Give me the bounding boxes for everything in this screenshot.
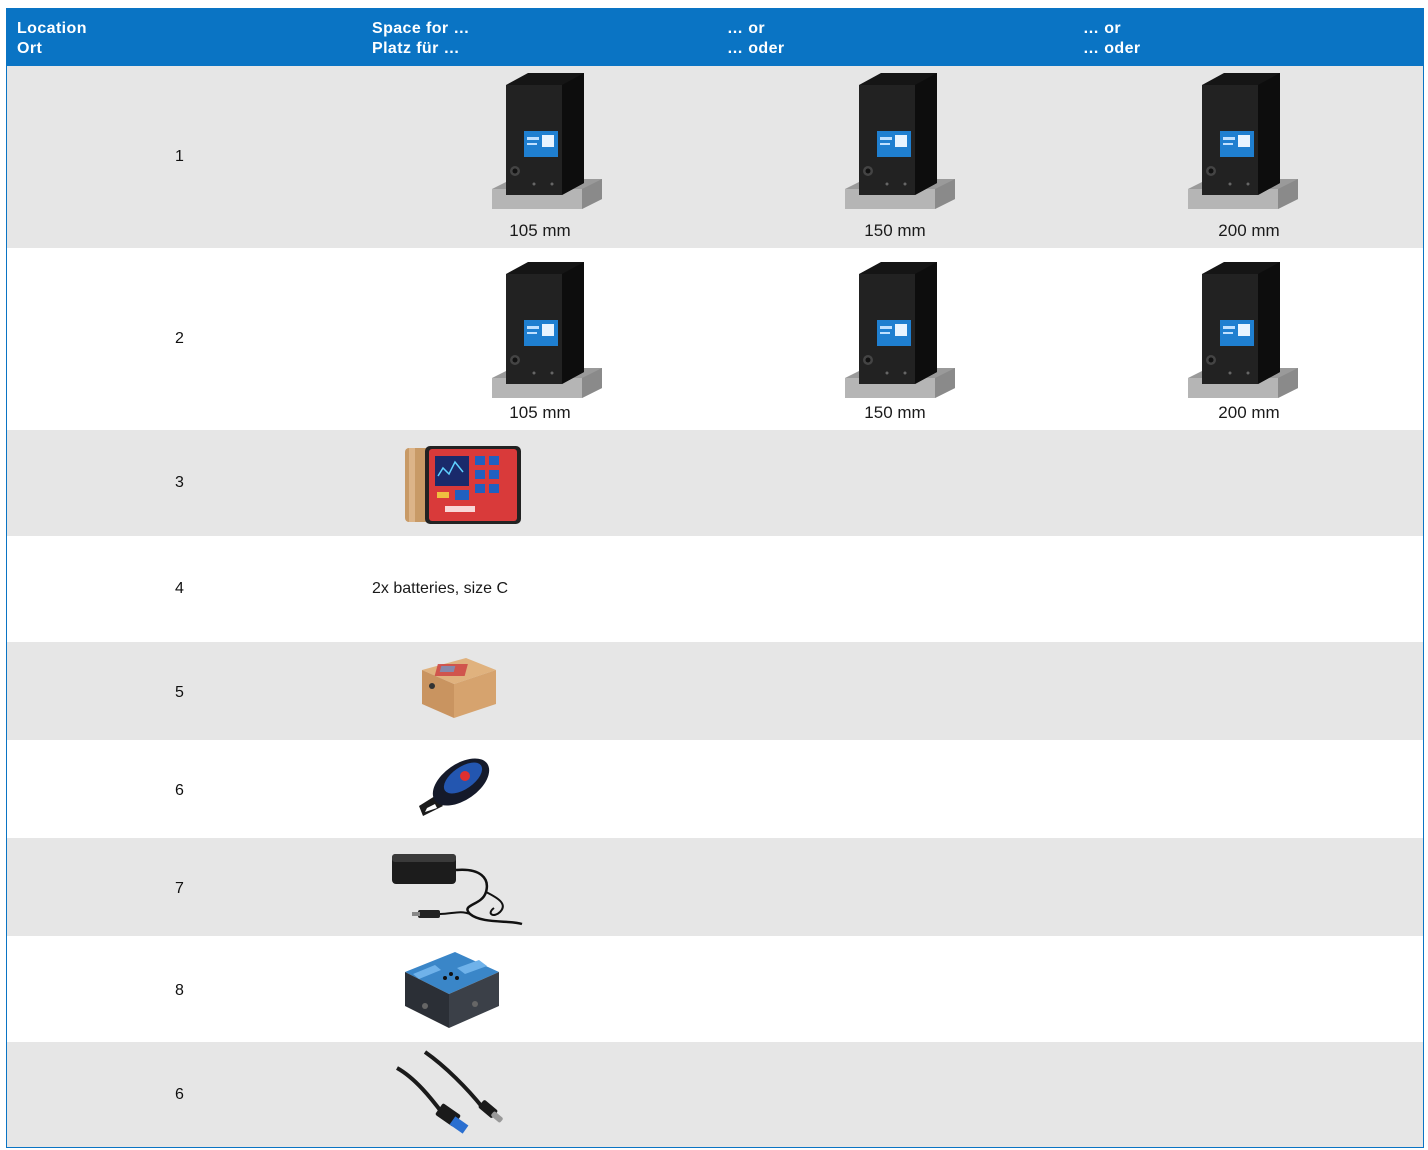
header-location-en: Location	[17, 20, 87, 37]
location-number: 6	[175, 1086, 184, 1103]
header-or-1-en: … or	[727, 20, 766, 37]
flow-meter-icon	[1180, 260, 1300, 400]
size-caption: 150 mm	[864, 403, 926, 422]
header-space-for-de: Platz für …	[372, 40, 460, 57]
flow-meter-icon	[837, 71, 957, 211]
remote-control-icon	[413, 754, 503, 824]
flow-meter-icon	[837, 260, 957, 400]
header-location-de: Ort	[17, 40, 43, 57]
header-or-2: … or … oder	[1083, 19, 1141, 59]
header-space-for-en: Space for …	[372, 20, 470, 37]
header-or-1: … or … oder	[727, 19, 785, 59]
location-number: 7	[175, 880, 184, 897]
table-row: 4 2x batteries, size C	[7, 536, 1423, 642]
location-number: 2	[175, 330, 184, 347]
battery-box-icon	[414, 656, 498, 724]
header-or-2-de: … oder	[1083, 40, 1141, 57]
size-caption: 200 mm	[1218, 403, 1280, 422]
location-number: 5	[175, 684, 184, 701]
size-caption: 200 mm	[1218, 221, 1280, 240]
table-row: 6	[7, 740, 1423, 838]
batteries-note: 2x batteries, size C	[372, 580, 509, 597]
size-caption: 105 mm	[509, 221, 571, 240]
header-location: Location Ort	[17, 19, 87, 59]
flow-meter-icon	[1180, 71, 1300, 211]
table-row: 6	[7, 1042, 1423, 1147]
display-unit-icon	[405, 446, 523, 526]
location-number: 6	[175, 782, 184, 799]
table-row: 1 105 mm 150 mm 200 mm	[7, 66, 1423, 248]
flow-meter-icon	[484, 71, 604, 211]
table-row: 2 105 mm 150 mm 200 mm	[7, 248, 1423, 430]
equipment-layout-table: Location Ort Space for … Platz für … … o…	[6, 8, 1424, 1148]
location-number: 3	[175, 474, 184, 491]
table-row: 5	[7, 642, 1423, 740]
size-caption: 105 mm	[509, 403, 571, 422]
flow-meter-icon	[484, 260, 604, 400]
location-number: 8	[175, 982, 184, 999]
usb-cable-icon	[395, 1048, 515, 1140]
location-number: 1	[175, 148, 184, 165]
table-header: Location Ort Space for … Platz für … … o…	[7, 9, 1423, 66]
table-row: 3	[7, 430, 1423, 536]
location-number: 4	[175, 580, 184, 597]
header-space-for: Space for … Platz für …	[372, 19, 470, 59]
size-caption: 150 mm	[864, 221, 926, 240]
interface-module-icon	[395, 944, 505, 1034]
header-or-1-de: … oder	[727, 40, 785, 57]
table-row: 8	[7, 936, 1423, 1042]
power-adapter-icon	[390, 848, 530, 928]
header-or-2-en: … or	[1083, 20, 1122, 37]
table-row: 7	[7, 838, 1423, 936]
